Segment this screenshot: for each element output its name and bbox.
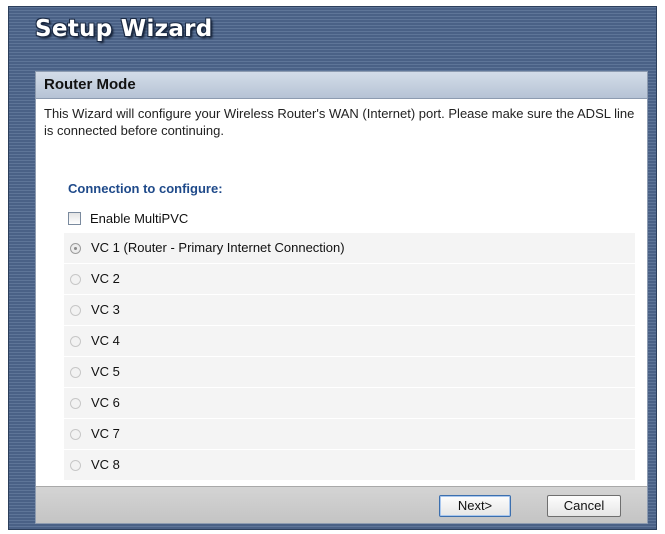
vc-1-radio[interactable] <box>70 242 81 254</box>
vc-option-4[interactable]: VC 4 <box>64 326 635 357</box>
next-button[interactable]: Next> <box>439 495 511 517</box>
router-mode-panel: Router Mode This Wizard will configure y… <box>35 71 648 524</box>
vc-7-radio[interactable] <box>70 428 81 440</box>
button-bar: Next> Cancel <box>36 486 647 523</box>
vc-5-label: VC 5 <box>91 364 120 379</box>
vc-option-3[interactable]: VC 3 <box>64 295 635 326</box>
vc-6-radio[interactable] <box>70 397 81 409</box>
vc-5-radio[interactable] <box>70 366 81 378</box>
vc-8-label: VC 8 <box>91 457 120 472</box>
vc-option-1[interactable]: VC 1 (Router - Primary Internet Connecti… <box>64 233 635 264</box>
vc-list: VC 1 (Router - Primary Internet Connecti… <box>64 233 635 481</box>
connection-section-label: Connection to configure: <box>68 181 223 196</box>
vc-option-7[interactable]: VC 7 <box>64 419 635 450</box>
vc-option-2[interactable]: VC 2 <box>64 264 635 295</box>
wizard-window: Setup Wizard Router Mode This Wizard wil… <box>8 6 657 530</box>
enable-multipvc-checkbox[interactable] <box>68 211 81 225</box>
vc-8-radio[interactable] <box>70 459 81 471</box>
vc-2-radio[interactable] <box>70 273 81 285</box>
vc-option-5[interactable]: VC 5 <box>64 357 635 388</box>
vc-option-8[interactable]: VC 8 <box>64 450 635 481</box>
vc-7-label: VC 7 <box>91 426 120 441</box>
vc-4-radio[interactable] <box>70 335 81 347</box>
vc-3-label: VC 3 <box>91 302 120 317</box>
vc-3-radio[interactable] <box>70 304 81 316</box>
vc-1-label: VC 1 (Router - Primary Internet Connecti… <box>91 240 345 255</box>
vc-2-label: VC 2 <box>91 271 120 286</box>
vc-4-label: VC 4 <box>91 333 120 348</box>
window-title: Setup Wizard <box>35 16 213 42</box>
vc-6-label: VC 6 <box>91 395 120 410</box>
vc-option-6[interactable]: VC 6 <box>64 388 635 419</box>
enable-multipvc-label: Enable MultiPVC <box>90 210 189 226</box>
enable-multipvc-option[interactable]: Enable MultiPVC <box>68 207 188 229</box>
cancel-button[interactable]: Cancel <box>547 495 621 517</box>
panel-header: Router Mode <box>36 72 647 99</box>
panel-description: This Wizard will configure your Wireless… <box>44 106 635 138</box>
